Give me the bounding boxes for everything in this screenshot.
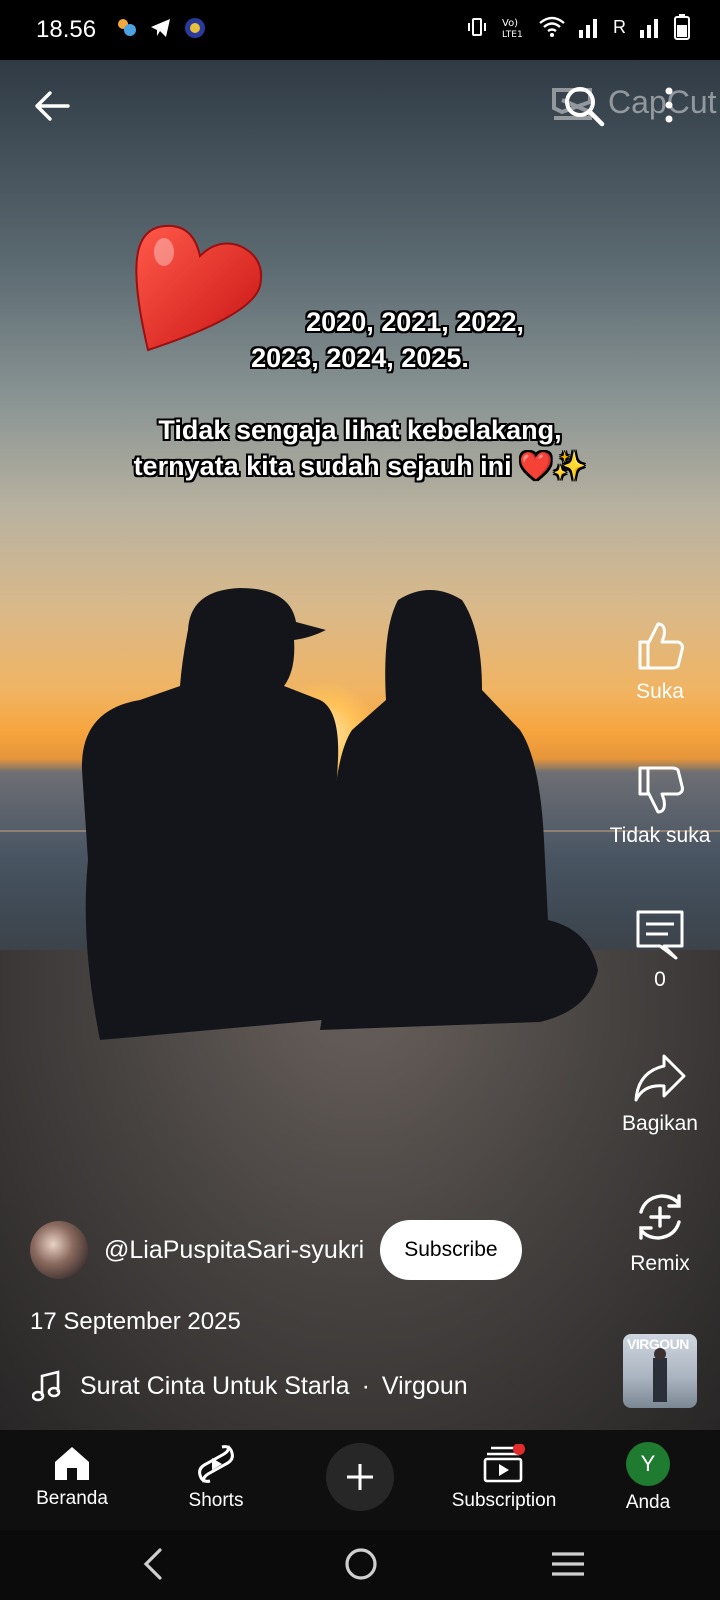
shorts-icon	[198, 1445, 234, 1483]
channel-avatar[interactable]	[30, 1221, 88, 1279]
nav-home-label: Beranda	[36, 1488, 108, 1509]
search-icon[interactable]	[562, 84, 606, 128]
system-home-icon[interactable]	[344, 1546, 378, 1582]
home-icon	[55, 1447, 89, 1480]
status-time: 18.56	[36, 16, 97, 43]
comments-button[interactable]: 0	[600, 908, 720, 992]
plus-icon	[347, 1464, 373, 1490]
subscribe-button[interactable]: Subscribe	[380, 1220, 522, 1280]
app-notification-icon	[118, 19, 136, 36]
music-attribution[interactable]: Surat Cinta Untuk Starla · Virgoun	[32, 1370, 468, 1402]
like-label: Suka	[636, 680, 684, 703]
user-avatar: Y	[626, 1442, 670, 1486]
wifi-icon	[539, 16, 565, 37]
nav-subscriptions[interactable]: Subscription	[434, 1430, 574, 1530]
couple-silhouette	[81, 588, 598, 1040]
share-label: Bagikan	[622, 1112, 698, 1135]
capcut-watermark-text: CapCut	[608, 83, 717, 120]
telegram-icon	[151, 19, 170, 37]
nav-subscriptions-label: Subscription	[451, 1490, 557, 1511]
channel-row: @LiaPuspitaSari-syukri Subscribe	[30, 1220, 522, 1280]
music-title: Surat Cinta Untuk Starla	[80, 1371, 350, 1400]
user-avatar-letter: Y	[640, 1451, 656, 1476]
signal-1-icon	[579, 19, 597, 38]
status-bar: 18.56 Vo) LTE1 R	[0, 0, 720, 60]
comment-count: 0	[654, 968, 666, 991]
subscriptions-icon	[483, 1444, 525, 1483]
nav-you[interactable]: Y Anda	[578, 1430, 718, 1530]
album-figure	[653, 1348, 667, 1402]
system-navigation-bar	[0, 1530, 720, 1600]
music-note-icon	[32, 1370, 61, 1402]
remix-button[interactable]: Remix	[600, 1190, 720, 1276]
thumbs-down-icon	[638, 766, 684, 814]
remix-label: Remix	[630, 1252, 690, 1275]
svg-text:Vo): Vo)	[502, 18, 518, 29]
share-arrow-icon	[634, 1054, 686, 1102]
channel-handle[interactable]: @LiaPuspitaSari-syukri	[104, 1236, 364, 1265]
volte-icon: Vo)LTE1	[502, 18, 523, 39]
music-separator: ·	[361, 1371, 370, 1400]
badge-app-icon	[185, 18, 205, 38]
system-recents-icon[interactable]	[550, 1546, 586, 1582]
comment-icon	[636, 910, 684, 960]
more-options-icon[interactable]	[664, 86, 674, 124]
vibrate-icon	[468, 18, 486, 36]
overlay-years-line-2: 2023, 2024, 2025.	[251, 343, 469, 373]
remix-icon	[639, 1194, 681, 1240]
thumbs-up-icon	[638, 622, 684, 670]
svg-text:LTE1: LTE1	[502, 30, 523, 39]
short-video-player[interactable]: CapCut 2020, 2021, 2022, 2023, 2024, 202…	[0, 60, 720, 1430]
dislike-button[interactable]: Tidak suka	[600, 764, 720, 848]
back-arrow-icon[interactable]	[32, 86, 72, 126]
nav-home[interactable]: Beranda	[2, 1430, 142, 1530]
dislike-label: Tidak suka	[609, 824, 711, 847]
album-art-thumbnail[interactable]: VIRGOUN	[623, 1334, 697, 1408]
signal-2-icon	[640, 19, 658, 38]
music-artist: Virgoun	[381, 1371, 468, 1400]
share-button[interactable]: Bagikan	[600, 1052, 720, 1136]
create-button[interactable]	[326, 1443, 394, 1511]
overlay-years-line-1: 2020, 2021, 2022,	[306, 307, 524, 337]
notification-icons	[115, 16, 207, 40]
overlay-caption-text: Tidak sengaja lihat kebelakang, ternyata…	[0, 412, 720, 484]
nav-shorts[interactable]: Shorts	[146, 1430, 286, 1530]
roaming-label: R	[613, 16, 626, 37]
overlay-years-text: 2020, 2021, 2022, 2023, 2024, 2025.	[0, 304, 720, 376]
nav-you-label: Anda	[625, 1492, 671, 1513]
nav-shorts-label: Shorts	[188, 1490, 244, 1511]
post-date: 17 September 2025	[30, 1308, 241, 1335]
overlay-caption-line-1: Tidak sengaja lihat kebelakang,	[158, 415, 562, 445]
overlay-caption-line-2: ternyata kita sudah sejauh ini ❤️✨	[133, 451, 587, 481]
like-button[interactable]: Suka	[600, 620, 720, 704]
system-back-icon[interactable]	[140, 1546, 166, 1582]
system-status-icons: Vo) LTE1 R	[465, 14, 690, 40]
battery-icon	[674, 14, 690, 40]
